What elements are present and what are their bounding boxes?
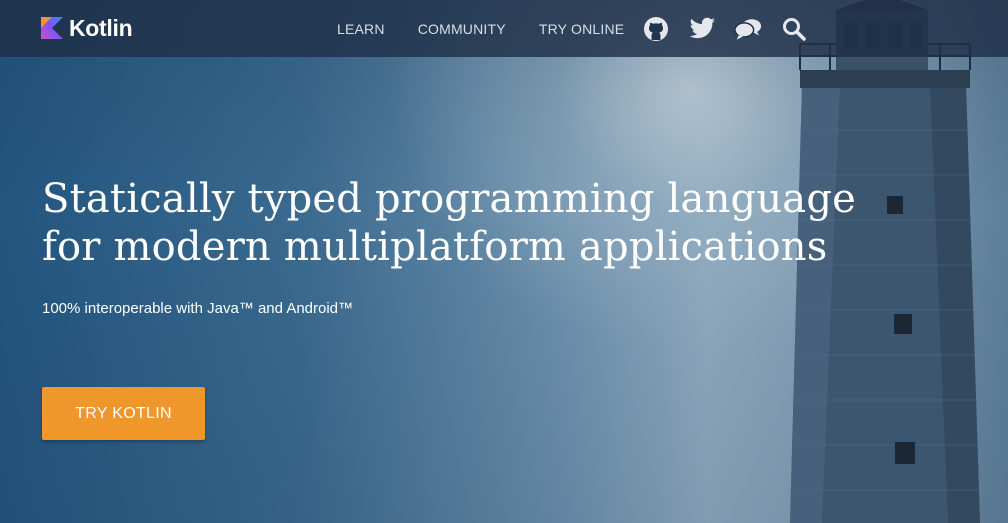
- search-icon[interactable]: [780, 15, 808, 43]
- nav-links: LEARN COMMUNITY TRY ONLINE: [337, 0, 657, 57]
- hero-subtitle: 100% interoperable with Java™ and Androi…: [42, 300, 354, 317]
- nav-link-learn[interactable]: LEARN: [337, 21, 385, 37]
- nav-link-community[interactable]: COMMUNITY: [418, 21, 506, 37]
- github-icon[interactable]: [642, 15, 670, 43]
- chat-icon[interactable]: [734, 15, 762, 43]
- hero-headline: Statically typed programming language fo…: [42, 176, 857, 270]
- top-navbar: Kotlin LEARN COMMUNITY TRY ONLINE: [0, 0, 1008, 57]
- kotlin-logo-icon: [41, 17, 63, 39]
- twitter-icon[interactable]: [688, 15, 716, 43]
- nav-icons: [642, 14, 826, 44]
- kotlin-logo[interactable]: Kotlin: [41, 14, 133, 42]
- nav-link-try-online[interactable]: TRY ONLINE: [539, 21, 625, 37]
- kotlin-logo-text: Kotlin: [69, 14, 133, 41]
- try-kotlin-button[interactable]: TRY KOTLIN: [42, 387, 205, 440]
